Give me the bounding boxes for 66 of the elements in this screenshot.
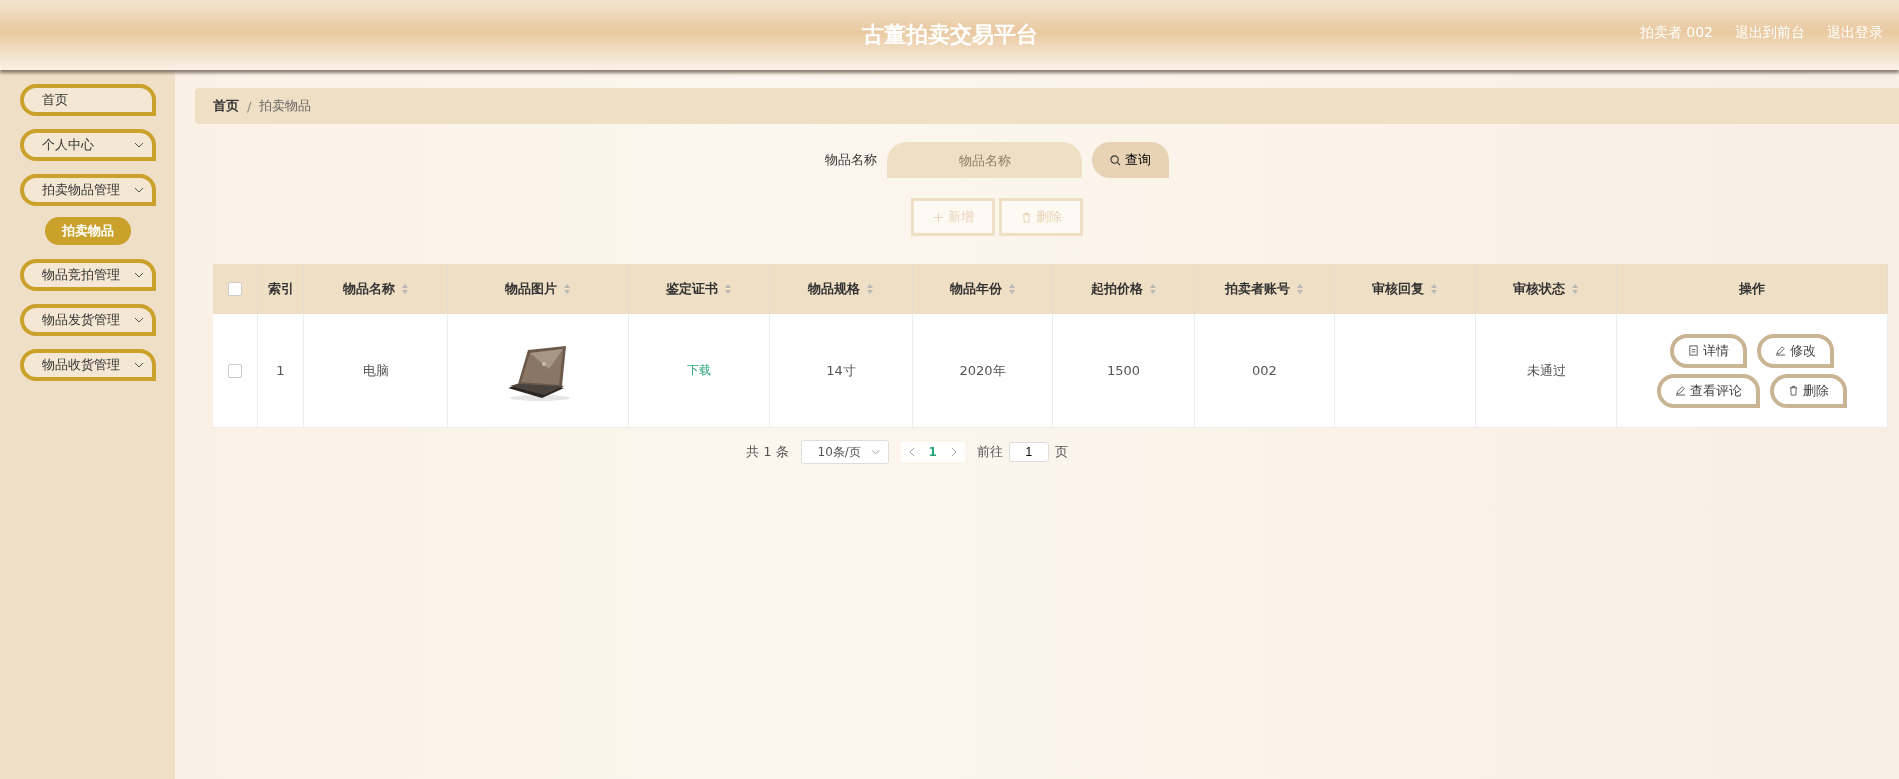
chevron-icon [870,449,880,455]
total-count: 共 1 条 [746,443,789,461]
detail-button[interactable]: 详情 [1670,333,1747,368]
breadcrumb-separator: / [247,98,252,114]
breadcrumb-item[interactable]: 首页 [213,97,239,115]
search-field[interactable]: 物品名称 [887,142,1082,178]
menu-item[interactable]: 首页 [19,84,156,116]
column-header: 物品年份 [949,280,1002,298]
select-all-checkbox[interactable] [228,282,242,296]
menu-item[interactable]: 个人中心 [19,129,156,161]
sort-icon[interactable] [1148,283,1157,295]
document-icon [1688,345,1699,356]
sort-icon[interactable] [866,283,874,295]
sort-icon[interactable] [563,283,571,295]
search-button[interactable]: 查询 [1092,142,1169,178]
menu-item[interactable]: 物品收货管理 [19,349,156,381]
chevron-icon [133,142,144,148]
sort-icon[interactable] [724,283,732,295]
column-header: 索引 [267,280,294,298]
breadcrumb-item: 拍卖物品 [259,97,312,115]
prev-page-icon[interactable] [908,447,915,457]
table-cell: 未通过 [1476,314,1617,428]
page-size-select[interactable]: 10条/页 [800,440,889,464]
column-header: 审核回复 [1372,280,1424,298]
sort-icon[interactable] [1296,283,1304,295]
site-title: 古董拍卖交易平台 [861,21,1038,49]
trash-icon [1020,211,1032,223]
plus-icon [932,211,944,223]
comment-button[interactable]: 查看评论 [1657,373,1760,408]
sort-icon[interactable] [400,283,409,295]
table-cell: 002 [1195,314,1335,428]
goto-label: 前往 [976,443,1003,461]
pencil-icon [1675,385,1686,396]
sort-icon[interactable] [1430,283,1438,295]
sort-icon[interactable] [1571,283,1579,295]
table-cell: 1500 [1053,314,1195,428]
column-header: 鉴定证书 [666,280,718,298]
table-cell: 电脑 [304,314,448,428]
table-cell: 1 [258,314,304,428]
menu-item[interactable]: 拍卖物品管理 [19,174,156,206]
chevron-icon [133,362,144,368]
edit-button[interactable]: 修改 [1757,333,1834,368]
delete-button[interactable]: 删除 [1770,373,1847,408]
menu-item[interactable]: 物品发货管理 [19,304,156,336]
search-label: 物品名称 [825,151,877,169]
row-checkbox[interactable] [228,363,242,378]
page-unit: 页 [1054,443,1068,461]
trash-icon [1788,385,1799,396]
menu-item[interactable]: 物品竞拍管理 [19,259,156,291]
column-header: 物品名称 [342,280,395,298]
column-header: 操作 [1739,280,1765,298]
chevron-icon [133,187,144,193]
chevron-icon [133,317,144,323]
column-header: 物品图片 [505,280,557,298]
search-icon [1110,154,1121,166]
column-header: 物品规格 [808,280,860,298]
next-page-icon[interactable] [950,447,957,457]
pencil-icon [1775,345,1786,356]
table-cell: 2020年 [913,314,1053,428]
chevron-icon [133,272,144,278]
sort-icon[interactable] [1007,283,1016,295]
column-header: 拍卖者账号 [1225,280,1290,298]
page-input[interactable]: 1 [1008,442,1049,462]
column-header: 审核状态 [1513,280,1565,298]
table-cell: 14寸 [770,314,913,428]
column-header: 起拍价格 [1090,280,1143,298]
